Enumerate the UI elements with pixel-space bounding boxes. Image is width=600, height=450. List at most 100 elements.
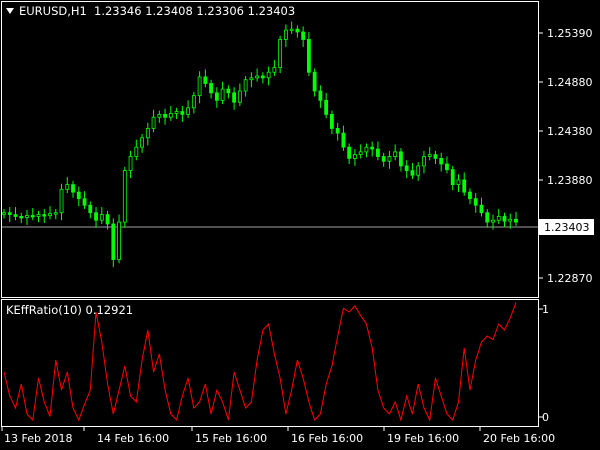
candle-body xyxy=(404,165,409,171)
candle-body xyxy=(59,188,64,214)
candle-body xyxy=(48,213,52,216)
candle-body xyxy=(468,191,472,200)
candle-body xyxy=(249,77,254,81)
candle-body xyxy=(508,218,513,222)
candle-body xyxy=(140,137,144,148)
candle-body xyxy=(151,116,156,129)
indicator-label: KEffRatio(10) 0.12921 xyxy=(6,303,133,317)
candle-body xyxy=(445,163,449,171)
ohlc-values: 1.23346 1.23408 1.23306 1.23403 xyxy=(94,4,295,18)
candle-body xyxy=(220,88,225,101)
candle-body xyxy=(399,151,403,167)
candle-body xyxy=(25,215,29,218)
price-tick-label: 1.24380 xyxy=(547,125,593,138)
candle-body xyxy=(76,191,81,200)
candle-body xyxy=(330,113,334,129)
candle-body xyxy=(358,151,363,156)
candle-body xyxy=(243,79,248,92)
candle-body xyxy=(393,151,398,157)
time-tick-label: 20 Feb 16:00 xyxy=(483,432,555,445)
candle-body xyxy=(214,92,219,101)
candle-body xyxy=(19,216,24,219)
price-panel[interactable] xyxy=(1,1,539,298)
candle-body xyxy=(157,113,162,118)
price-tick-label: 1.25390 xyxy=(547,27,593,40)
candle-body xyxy=(306,39,311,73)
price-tick-label: 1.23880 xyxy=(547,174,593,187)
candle-body xyxy=(266,71,271,79)
candle-body xyxy=(456,179,461,186)
candle-body xyxy=(433,154,438,159)
time-tick-label: 16 Feb 16:00 xyxy=(291,432,363,445)
candle-body xyxy=(42,214,47,217)
candle-body xyxy=(237,90,242,103)
candle-body xyxy=(514,218,518,223)
indicator-panel[interactable] xyxy=(1,299,539,427)
candle-body xyxy=(105,214,110,225)
price-tick-label: 1.24880 xyxy=(547,76,593,89)
candle-body xyxy=(260,75,265,79)
candle-body xyxy=(318,90,323,101)
candle-body xyxy=(272,67,277,73)
candle-body xyxy=(312,71,317,92)
candle-body xyxy=(122,170,127,223)
candle-body xyxy=(387,156,392,162)
candle-body xyxy=(422,156,426,167)
candle-body xyxy=(364,146,369,153)
candle-body xyxy=(13,214,18,217)
candle-body xyxy=(427,154,432,157)
candle-body xyxy=(82,198,87,206)
candle-body xyxy=(491,219,495,223)
candle xyxy=(278,35,283,74)
candle-body xyxy=(111,223,116,260)
candle-body xyxy=(341,132,346,148)
price-tick-label: 1.22870 xyxy=(547,272,593,285)
indicator-scale-bottom: 0 xyxy=(542,411,549,424)
candle-body xyxy=(88,204,93,214)
candle xyxy=(122,166,127,228)
candle-body xyxy=(30,215,35,218)
candle xyxy=(111,218,116,268)
candle-body xyxy=(496,216,501,221)
candle-body xyxy=(53,212,58,215)
candle-body xyxy=(353,154,357,159)
candle-body xyxy=(370,146,375,150)
candle-body xyxy=(485,212,490,223)
candle-body xyxy=(65,184,70,190)
candle-body xyxy=(99,214,104,221)
candle-body xyxy=(473,198,478,206)
candle-body xyxy=(462,179,467,193)
indicator-scale-top: 1 xyxy=(542,303,549,316)
candle-body xyxy=(197,76,202,97)
candle-body xyxy=(335,128,340,134)
candle-body xyxy=(71,184,75,193)
candle-body xyxy=(191,95,196,109)
chart-header[interactable]: EURUSD,H1 1.23346 1.23408 1.23306 1.2340… xyxy=(6,4,295,18)
candle-body xyxy=(145,128,150,139)
candle-body xyxy=(7,212,12,215)
time-tick-label: 19 Feb 16:00 xyxy=(387,432,459,445)
candle-body xyxy=(128,156,133,171)
candle-body xyxy=(94,212,98,221)
candle-body xyxy=(163,113,167,118)
candle-body xyxy=(295,28,300,33)
symbol-timeframe: EURUSD,H1 xyxy=(19,4,87,18)
trading-chart[interactable]: 1.25390 1.24880 1.24380 1.23880 1.22870 … xyxy=(0,0,600,450)
candle-body xyxy=(174,111,179,114)
current-price-label: 1.23403 xyxy=(544,221,590,234)
candle-body xyxy=(168,113,173,118)
candle-body xyxy=(209,83,214,94)
candle-body xyxy=(203,76,208,84)
indicator-axis: 1 0 xyxy=(538,303,549,424)
candle-body xyxy=(376,148,380,157)
time-tick-label: 14 Feb 16:00 xyxy=(97,432,169,445)
candle-body xyxy=(502,216,507,222)
candle-body xyxy=(117,221,121,260)
candle-body xyxy=(289,28,294,32)
candle-body xyxy=(36,214,41,217)
candle-body xyxy=(347,146,352,159)
candle-body xyxy=(416,165,421,176)
candle-body xyxy=(283,29,288,40)
candle-body xyxy=(301,31,306,40)
candle-body xyxy=(381,156,386,162)
